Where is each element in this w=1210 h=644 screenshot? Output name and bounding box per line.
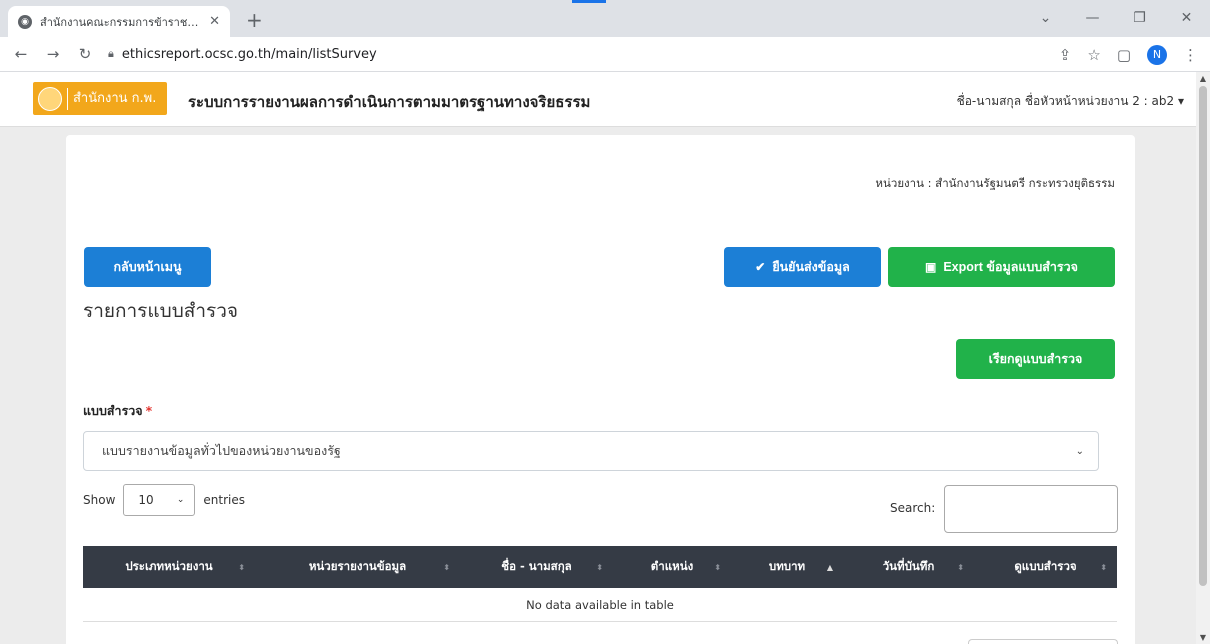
sort-ascending-icon: ▲ — [826, 562, 833, 572]
entries-select[interactable]: 10 ⌄ — [123, 484, 196, 516]
share-icon[interactable]: ⇪ — [1059, 46, 1072, 64]
tab-title: สำนักงานคณะกรรมการข้าราชการพลเ — [40, 15, 203, 29]
image-file-icon: ▣ — [925, 260, 937, 274]
reload-icon[interactable]: ↻ — [74, 45, 96, 63]
url-text[interactable]: ethicsreport.ocsc.go.th/main/listSurvey — [122, 47, 377, 62]
survey-field-label: แบบสำรวจ * — [83, 401, 152, 421]
scroll-down-icon[interactable]: ▼ — [1196, 633, 1210, 642]
app-title: ระบบการรายงานผลการดำเนินการตามมาตรฐานทาง… — [188, 93, 591, 111]
content-card: หน่วยงาน : สำนักงานรัฐมนตรี กระทรวงยุติธ… — [66, 135, 1135, 644]
minimize-icon[interactable]: — — [1069, 0, 1116, 37]
forward-arrow-icon[interactable]: → — [42, 45, 64, 63]
logo-text: สำนักงาน ก.พ. — [73, 90, 157, 106]
sort-icon: ⬍ — [714, 562, 721, 572]
tabstrip-indicator — [572, 0, 606, 3]
address-bar[interactable]: 🔒︎ ethicsreport.ocsc.go.th/main/listSurv… — [108, 40, 377, 68]
new-tab-icon[interactable]: + — [246, 8, 263, 32]
caret-down-icon[interactable]: ▾ — [1178, 94, 1184, 108]
column-header[interactable]: ดูแบบสำรวจ ⬍ — [974, 546, 1117, 588]
survey-select-value[interactable]: แบบรายงานข้อมูลทั่วไปของหน่วยงานของรัฐ — [102, 441, 341, 461]
scroll-up-icon[interactable]: ▲ — [1196, 74, 1210, 83]
pagination[interactable] — [968, 639, 1118, 644]
sort-icon: ⬍ — [957, 562, 964, 572]
confirm-submit-label: ยืนยันส่งข้อมูล — [772, 260, 850, 274]
close-window-icon[interactable]: ✕ — [1163, 0, 1210, 37]
column-header[interactable]: หน่วยรายงานข้อมูล ⬍ — [255, 546, 460, 588]
search-label: Search: — [890, 501, 936, 515]
export-survey-label: Export ข้อมูลแบบสำรวจ — [943, 260, 1078, 274]
logo-divider — [67, 87, 68, 110]
bookmark-star-icon[interactable]: ☆ — [1087, 46, 1100, 64]
toolbar-actions: ⇪ ☆ ▢ N ⋮ — [1059, 37, 1198, 72]
sort-icon: ⬍ — [1100, 562, 1107, 572]
window-controls: ⌄ — ❐ ✕ — [1022, 0, 1210, 37]
show-label: Show — [83, 493, 116, 507]
seal-icon — [38, 86, 62, 111]
survey-label-text: แบบสำรวจ — [83, 403, 143, 418]
column-header[interactable]: ตำแหน่ง ⬍ — [613, 546, 731, 588]
survey-select[interactable]: แบบรายงานข้อมูลทั่วไปของหน่วยงานของรัฐ ⌄ — [83, 431, 1099, 471]
tab-search-icon[interactable]: ⌄ — [1022, 0, 1069, 37]
chevron-down-icon[interactable]: ⌄ — [177, 495, 185, 505]
required-asterisk: * — [145, 403, 153, 418]
empty-table-message: No data available in table — [83, 588, 1117, 622]
back-to-menu-button[interactable]: กลับหน้าเมนู — [84, 247, 211, 287]
page-viewport: สำนักงาน ก.พ. ระบบการรายงานผลการดำเนินกา… — [0, 72, 1196, 644]
globe-icon: ◉ — [18, 14, 32, 29]
chevron-down-icon[interactable]: ⌄ — [1076, 446, 1084, 457]
sort-icon: ⬍ — [443, 562, 450, 572]
user-menu-label[interactable]: ชื่อ-นามสกุล ชื่อหัวหน้าหน่วยงาน 2 : ab2 — [957, 94, 1175, 108]
view-survey-button[interactable]: เรียกดูแบบสำรวจ — [956, 339, 1115, 379]
export-survey-button[interactable]: ▣ Export ข้อมูลแบบสำรวจ — [888, 247, 1115, 287]
site-header: สำนักงาน ก.พ. ระบบการรายงานผลการดำเนินกา… — [0, 72, 1196, 127]
user-menu[interactable]: ชื่อ-นามสกุล ชื่อหัวหน้าหน่วยงาน 2 : ab2… — [957, 92, 1184, 111]
back-arrow-icon[interactable]: ← — [10, 45, 32, 63]
menu-kebab-icon[interactable]: ⋮ — [1183, 46, 1198, 64]
ocsc-logo[interactable]: สำนักงาน ก.พ. — [33, 82, 167, 115]
column-header[interactable]: วันที่บันทึก ⬍ — [843, 546, 974, 588]
browser-toolbar: ← → ↻ 🔒︎ ethicsreport.ocsc.go.th/main/li… — [0, 37, 1210, 72]
entries-length-control: Show 10 ⌄ entries — [83, 484, 245, 516]
confirm-submit-button[interactable]: ✔ ยืนยันส่งข้อมูล — [724, 247, 881, 287]
column-header[interactable]: ชื่อ - นามสกุล ⬍ — [460, 546, 613, 588]
close-tab-icon[interactable]: ✕ — [209, 14, 220, 29]
browser-tabbar: ◉ สำนักงานคณะกรรมการข้าราชการพลเ ✕ + ⌄ —… — [0, 0, 1210, 37]
restore-icon[interactable]: ❐ — [1116, 0, 1163, 37]
scrollbar-thumb[interactable] — [1199, 86, 1207, 586]
entries-select-value[interactable]: 10 — [138, 493, 153, 507]
table-header: ประเภทหน่วยงาน ⬍ หน่วยรายงานข้อมูล ⬍ ชื่อ … — [83, 546, 1117, 588]
column-header[interactable]: ประเภทหน่วยงาน ⬍ — [83, 546, 255, 588]
column-header[interactable]: บทบาท ▲ — [731, 546, 843, 588]
entries-label: entries — [203, 493, 245, 507]
profile-avatar[interactable]: N — [1147, 44, 1167, 65]
section-title: รายการแบบสำรวจ — [83, 300, 239, 322]
side-panel-icon[interactable]: ▢ — [1117, 46, 1131, 64]
check-icon: ✔ — [755, 260, 766, 274]
search-input[interactable] — [944, 485, 1118, 533]
sort-icon: ⬍ — [596, 562, 603, 572]
page-scrollbar[interactable]: ▲ ▼ — [1196, 72, 1210, 644]
browser-tab[interactable]: ◉ สำนักงานคณะกรรมการข้าราชการพลเ ✕ — [8, 6, 230, 37]
lock-icon[interactable]: 🔒︎ — [108, 47, 114, 61]
sort-icon: ⬍ — [238, 562, 245, 572]
agency-label: หน่วยงาน : สำนักงานรัฐมนตรี กระทรวงยุติธ… — [875, 176, 1115, 190]
